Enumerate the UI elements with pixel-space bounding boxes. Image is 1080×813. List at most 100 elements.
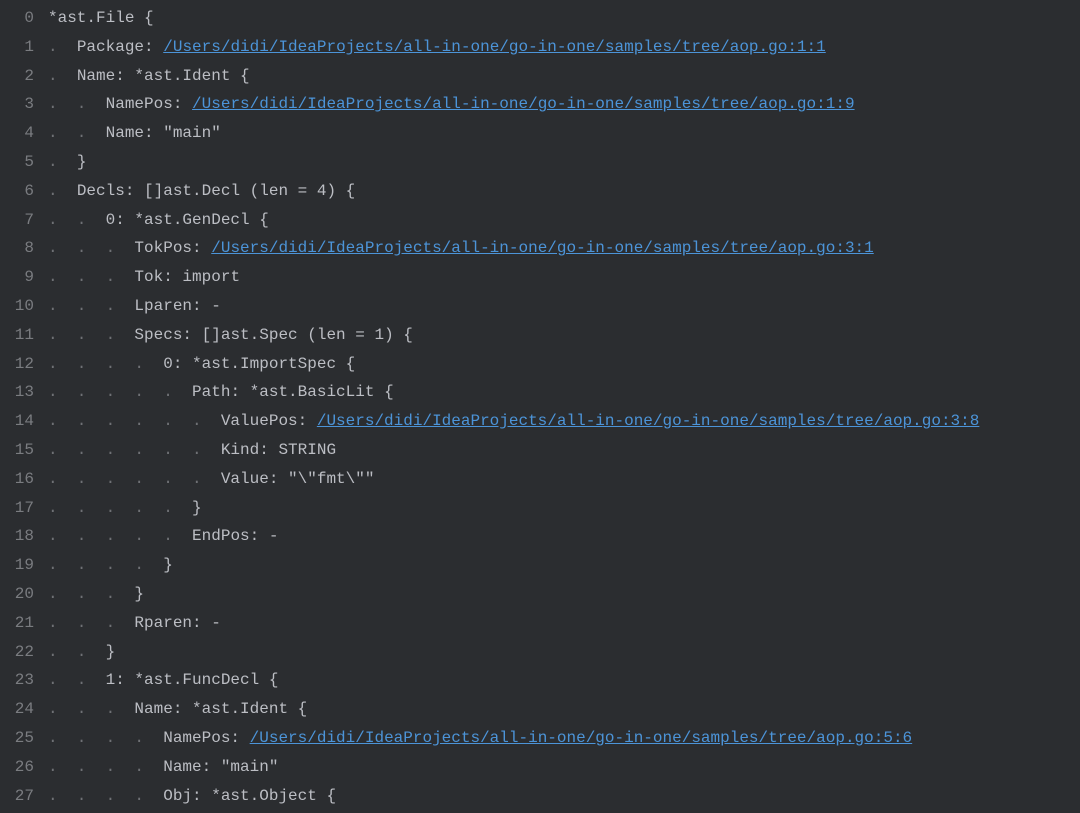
indent-dots: . . . . (48, 753, 163, 782)
file-path-link[interactable]: /Users/didi/IdeaProjects/all-in-one/go-i… (163, 33, 826, 62)
code-text: ValuePos: (221, 407, 317, 436)
line-number: 2 (4, 62, 34, 91)
code-line: . . } (48, 638, 1072, 667)
indent-dots: . . (48, 638, 106, 667)
indent-dots: . . . . (48, 782, 163, 811)
code-text: Value: "\"fmt\"" (221, 465, 375, 494)
indent-dots: . . . (48, 292, 134, 321)
code-line: . . . . . } (48, 494, 1072, 523)
indent-dots: . (48, 62, 77, 91)
indent-dots: . . . (48, 321, 134, 350)
code-text: } (77, 148, 87, 177)
indent-dots: . . . . . (48, 378, 192, 407)
code-line: . . 1: *ast.FuncDecl { (48, 666, 1072, 695)
code-line: . . 0: *ast.GenDecl { (48, 206, 1072, 235)
code-line: . . . . . . Value: "\"fmt\"" (48, 465, 1072, 494)
code-text: NamePos: (163, 724, 249, 753)
code-text: Rparen: - (134, 609, 220, 638)
code-text: Decls: []ast.Decl (len = 4) { (77, 177, 355, 206)
indent-dots: . . . (48, 580, 134, 609)
indent-dots: . . . . . (48, 522, 192, 551)
indent-dots: . . . . (48, 350, 163, 379)
code-line: . . . . NamePos: /Users/didi/IdeaProject… (48, 724, 1072, 753)
indent-dots: . . . (48, 263, 134, 292)
indent-dots: . (48, 33, 77, 62)
code-line: . } (48, 148, 1072, 177)
code-text: 1: *ast.FuncDecl { (106, 666, 279, 695)
code-line: . Package: /Users/didi/IdeaProjects/all-… (48, 33, 1072, 62)
code-text: Specs: []ast.Spec (len = 1) { (134, 321, 412, 350)
line-number: 23 (4, 666, 34, 695)
indent-dots: . . (48, 90, 106, 119)
code-text: EndPos: - (192, 522, 278, 551)
indent-dots: . . . (48, 609, 134, 638)
code-line: . . . Specs: []ast.Spec (len = 1) { (48, 321, 1072, 350)
indent-dots: . . . . . . (48, 465, 221, 494)
code-text: Kind: STRING (221, 436, 336, 465)
code-line: . . . Name: *ast.Ident { (48, 695, 1072, 724)
code-text: Lparen: - (134, 292, 220, 321)
code-text: Tok: import (134, 263, 240, 292)
code-text: *ast.File { (48, 4, 154, 33)
code-line: . . . . Obj: *ast.Object { (48, 782, 1072, 811)
code-text: TokPos: (134, 234, 211, 263)
code-text: Name: *ast.Ident { (77, 62, 250, 91)
code-text: } (192, 494, 202, 523)
code-line: . . . . . EndPos: - (48, 522, 1072, 551)
file-path-link[interactable]: /Users/didi/IdeaProjects/all-in-one/go-i… (250, 724, 913, 753)
code-line: *ast.File { (48, 4, 1072, 33)
code-text: } (106, 638, 116, 667)
code-line: . . . Rparen: - (48, 609, 1072, 638)
code-text: Path: *ast.BasicLit { (192, 378, 394, 407)
line-number: 10 (4, 292, 34, 321)
indent-dots: . (48, 148, 77, 177)
line-number: 20 (4, 580, 34, 609)
line-number: 21 (4, 609, 34, 638)
code-text: 0: *ast.GenDecl { (106, 206, 269, 235)
line-number: 15 (4, 436, 34, 465)
indent-dots: . . (48, 119, 106, 148)
line-number: 4 (4, 119, 34, 148)
line-number: 18 (4, 522, 34, 551)
line-number: 7 (4, 206, 34, 235)
line-number: 9 (4, 263, 34, 292)
code-area[interactable]: *ast.File {. Package: /Users/didi/IdeaPr… (48, 4, 1072, 810)
indent-dots: . . . . (48, 551, 163, 580)
code-text: 0: *ast.ImportSpec { (163, 350, 355, 379)
line-number: 8 (4, 234, 34, 263)
code-line: . . . Lparen: - (48, 292, 1072, 321)
line-number: 27 (4, 782, 34, 811)
file-path-link[interactable]: /Users/didi/IdeaProjects/all-in-one/go-i… (192, 90, 855, 119)
code-text: Package: (77, 33, 163, 62)
code-line: . Decls: []ast.Decl (len = 4) { (48, 177, 1072, 206)
line-number: 0 (4, 4, 34, 33)
code-line: . . . . Name: "main" (48, 753, 1072, 782)
code-line: . . . . } (48, 551, 1072, 580)
code-line: . Name: *ast.Ident { (48, 62, 1072, 91)
file-path-link[interactable]: /Users/didi/IdeaProjects/all-in-one/go-i… (211, 234, 874, 263)
line-number: 22 (4, 638, 34, 667)
code-editor: 0123456789101112131415161718192021222324… (0, 0, 1080, 813)
code-line: . . . . . . ValuePos: /Users/didi/IdeaPr… (48, 407, 1072, 436)
code-line: . . . Tok: import (48, 263, 1072, 292)
line-number: 14 (4, 407, 34, 436)
line-number: 24 (4, 695, 34, 724)
code-text: Obj: *ast.Object { (163, 782, 336, 811)
code-line: . . . . . . Kind: STRING (48, 436, 1072, 465)
indent-dots: . . . . . . (48, 407, 221, 436)
indent-dots: . . (48, 666, 106, 695)
line-number: 11 (4, 321, 34, 350)
line-number: 17 (4, 494, 34, 523)
code-line: . . . } (48, 580, 1072, 609)
line-number: 1 (4, 33, 34, 62)
code-line: . . NamePos: /Users/didi/IdeaProjects/al… (48, 90, 1072, 119)
code-line: . . Name: "main" (48, 119, 1072, 148)
code-text: NamePos: (106, 90, 192, 119)
line-number: 12 (4, 350, 34, 379)
file-path-link[interactable]: /Users/didi/IdeaProjects/all-in-one/go-i… (317, 407, 980, 436)
indent-dots: . . . (48, 695, 134, 724)
indent-dots: . . . (48, 234, 134, 263)
line-number: 19 (4, 551, 34, 580)
line-number-gutter: 0123456789101112131415161718192021222324… (4, 4, 48, 810)
indent-dots: . . (48, 206, 106, 235)
